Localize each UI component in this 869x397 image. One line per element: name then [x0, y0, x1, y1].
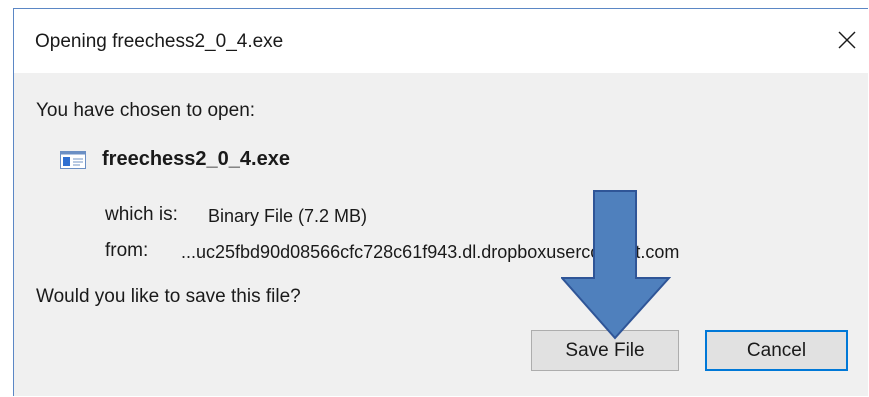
window-title: Opening freechess2_0_4.exe — [35, 31, 284, 52]
close-button[interactable] — [830, 23, 864, 57]
file-name: freechess2_0_4.exe — [102, 148, 290, 170]
arrow-down-annotation — [561, 190, 671, 340]
file-row: freechess2_0_4.exe — [60, 148, 290, 171]
file-type-value: Binary File (7.2 MB) — [208, 206, 368, 226]
save-question: Would you like to save this file? — [36, 286, 301, 307]
title-bar: Opening freechess2_0_4.exe — [14, 9, 868, 73]
executable-file-icon — [60, 150, 86, 169]
dialog-heading: You have chosen to open: — [36, 100, 256, 121]
download-dialog: Opening freechess2_0_4.exe You have chos… — [13, 8, 868, 396]
cancel-button[interactable]: Cancel — [705, 330, 848, 371]
source-url: ...uc25fbd90d08566cfc728c61f943.dl.dropb… — [181, 242, 680, 262]
screenshot-background: Opening freechess2_0_4.exe You have chos… — [0, 0, 869, 397]
source-label: from: — [105, 240, 149, 261]
save-file-button[interactable]: Save File — [531, 330, 679, 371]
close-icon — [838, 31, 856, 49]
file-type-label: which is: — [105, 204, 178, 225]
